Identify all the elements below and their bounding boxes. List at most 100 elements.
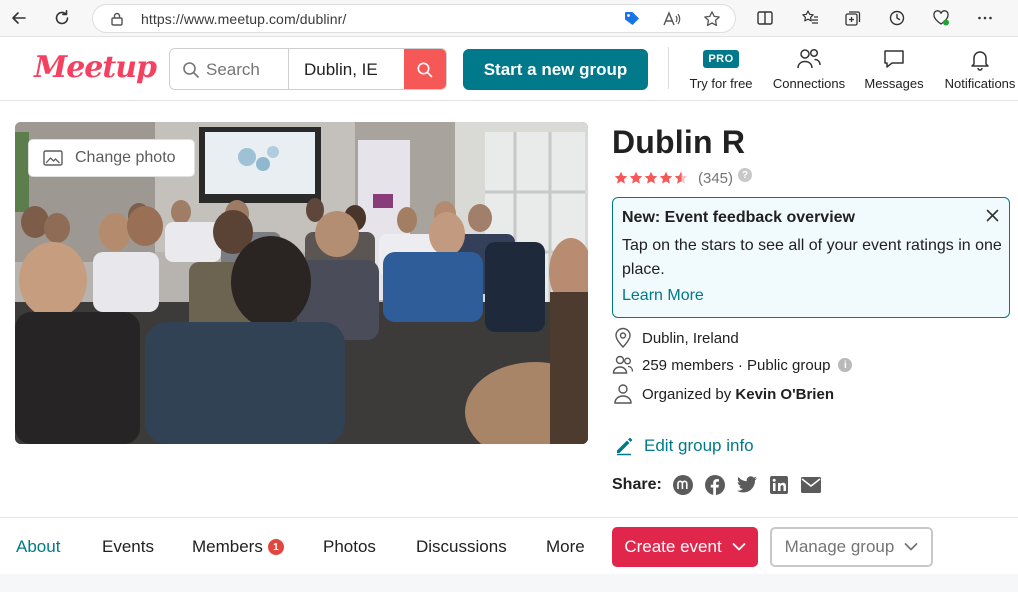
rating-count[interactable]: (345) [698, 170, 733, 187]
meetup-logo-icon [672, 475, 693, 495]
search-submit-button[interactable] [404, 49, 446, 89]
group-members-row: 259 members · Public group i [612, 353, 853, 377]
try-pro-link[interactable]: PRO Try for free [689, 46, 753, 92]
tab-discussions[interactable]: Discussions [416, 537, 507, 557]
address-bar[interactable]: https://www.meetup.com/dublinr/ [92, 4, 736, 33]
browser-toolbar: https://www.meetup.com/dublinr/ [0, 0, 1018, 37]
close-icon [986, 209, 998, 221]
history-icon [889, 10, 905, 26]
tab-more-label: More [546, 537, 585, 556]
tab-about-label: About [16, 537, 61, 556]
members-icon [612, 355, 634, 374]
star-full-icon [659, 171, 673, 184]
site-header: Meetup Dublin, IE Start a new group PRO … [0, 37, 1018, 101]
share-linkedin-button[interactable] [768, 474, 790, 496]
more-menu-button[interactable] [971, 5, 999, 31]
search-input[interactable] [206, 59, 288, 81]
favorite-button[interactable] [701, 9, 723, 29]
feedback-banner: New: Event feedback overview Tap on the … [612, 197, 1010, 318]
share-label: Share: [612, 476, 662, 493]
tab-members[interactable]: Members 1 [192, 537, 284, 557]
refresh-button[interactable] [48, 5, 76, 31]
notifications-link[interactable]: Notifications [942, 46, 1018, 92]
tab-members-label: Members [192, 537, 263, 556]
favorites-list-icon [802, 10, 818, 24]
tab-events-label: Events [102, 537, 154, 556]
more-dots-icon [978, 16, 992, 20]
edit-group-info-link[interactable]: Edit group info [614, 434, 754, 458]
group-title: Dublin R [612, 124, 746, 160]
members-badge: 1 [267, 539, 284, 555]
messages-label: Messages [864, 76, 924, 91]
search-divider [288, 49, 289, 89]
search-bar: Dublin, IE [169, 48, 447, 90]
learn-more-link[interactable]: Learn More [622, 287, 704, 305]
create-event-label: Create event [624, 537, 722, 556]
messages-link[interactable]: Messages [864, 46, 924, 92]
bell-icon [971, 51, 989, 71]
favorites-button[interactable] [796, 5, 824, 31]
twitter-icon [736, 476, 757, 493]
tag-icon [625, 12, 639, 25]
feedback-title: New: Event feedback overview [622, 209, 855, 226]
notifications-label: Notifications [944, 76, 1016, 91]
email-icon [800, 477, 821, 493]
organizer-text: Organized by Kevin O'Brien [642, 386, 834, 403]
group-rating[interactable]: (345) ? [614, 168, 753, 188]
share-email-button[interactable] [800, 474, 822, 496]
tab-more[interactable]: More [546, 537, 585, 557]
tab-discussions-label: Discussions [416, 537, 507, 556]
change-photo-button[interactable]: Change photo [28, 139, 195, 177]
collections-icon [845, 11, 861, 26]
meetup-logo[interactable]: Meetup [34, 50, 157, 85]
create-event-button[interactable]: Create event [612, 527, 758, 567]
heart-pulse-icon [933, 10, 949, 26]
rating-stars[interactable] [614, 171, 688, 185]
back-button[interactable] [5, 5, 33, 31]
star-outline-icon [704, 11, 720, 27]
pencil-icon [617, 437, 633, 456]
share-facebook-button[interactable] [704, 474, 726, 496]
info-icon[interactable]: i [838, 358, 853, 372]
share-twitter-button[interactable] [736, 474, 758, 496]
group-organizer-row: Organized by Kevin O'Brien [612, 382, 834, 406]
share-meetup-button[interactable] [672, 474, 694, 496]
organizer-prefix: Organized by [642, 385, 736, 403]
start-new-group-button[interactable]: Start a new group [463, 49, 648, 90]
connections-label: Connections [772, 76, 846, 91]
collections-button[interactable] [839, 5, 867, 31]
connections-link[interactable]: Connections [772, 46, 846, 92]
map-pin-icon [615, 327, 631, 348]
split-screen-button[interactable] [751, 5, 779, 31]
close-banner-button[interactable] [983, 206, 1001, 224]
read-aloud-button[interactable] [661, 9, 683, 29]
group-tab-bar: About Events Members 1 Photos Discussion… [0, 517, 1018, 574]
share-row: Share: [612, 473, 832, 497]
message-bubble-icon [884, 50, 904, 68]
history-button[interactable] [883, 5, 911, 31]
tab-photos[interactable]: Photos [323, 537, 376, 557]
group-location[interactable]: Dublin, Ireland [642, 330, 739, 347]
page-footer-strip [0, 574, 1018, 592]
organizer-name[interactable]: Kevin O'Brien [735, 386, 834, 403]
tab-events[interactable]: Events [102, 537, 154, 557]
coupon-tag-button[interactable] [621, 9, 643, 29]
change-photo-label: Change photo [75, 149, 176, 166]
manage-group-button[interactable]: Manage group [770, 527, 933, 567]
chevron-down-icon [904, 543, 918, 551]
linkedin-icon [769, 476, 788, 494]
people-icon [797, 48, 821, 69]
read-aloud-icon [663, 11, 681, 26]
search-icon [417, 62, 433, 78]
browser-essentials-button[interactable] [927, 5, 955, 31]
url-text[interactable]: https://www.meetup.com/dublinr/ [141, 11, 346, 27]
star-full-icon [644, 171, 658, 184]
location-input[interactable]: Dublin, IE [304, 60, 378, 80]
lock-icon [111, 12, 123, 26]
feedback-body: Tap on the stars to see all of your even… [622, 237, 1002, 278]
rating-help-icon[interactable]: ? [738, 168, 753, 182]
group-members-text[interactable]: 259 members · Public group [642, 357, 830, 374]
pro-badge: PRO [703, 50, 739, 68]
split-screen-icon [757, 11, 773, 25]
tab-about[interactable]: About [16, 537, 60, 557]
